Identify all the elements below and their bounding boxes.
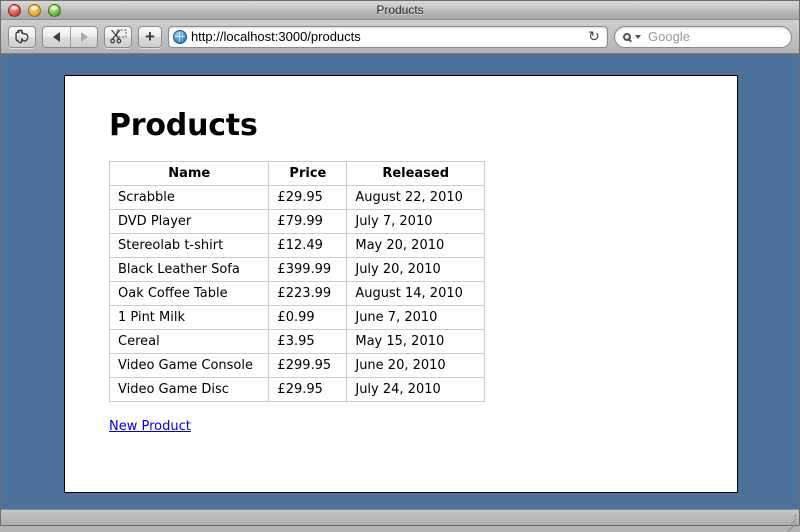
products-table-body: Scrabble £29.95 August 22, 2010 DVD Player £… (108, 185, 485, 402)
page-content: Products Name Price Released Scrabble £29… (65, 76, 737, 435)
cell-released: August 14, 2010 (346, 281, 485, 306)
url-text[interactable]: http://localhost:3000/products (187, 29, 587, 44)
cell-name: Black Leather Sofa (108, 257, 270, 282)
window-titlebar: Products (1, 1, 799, 20)
cell-released: June 7, 2010 (346, 305, 485, 330)
table-row: DVD Player £79.99 July 7, 2010 (108, 209, 485, 234)
forward-button[interactable] (70, 26, 97, 47)
cell-released: May 15, 2010 (346, 329, 485, 354)
table-row: Cereal £3.95 May 15, 2010 (108, 329, 485, 354)
evernote-clipper-button[interactable] (8, 25, 36, 48)
window-title: Products (376, 3, 424, 17)
products-table: Name Price Released Scrabble £29.95 August… (108, 161, 485, 402)
plus-icon: + (145, 26, 155, 46)
column-header-name: Name (108, 161, 270, 186)
navigation-buttons (42, 25, 98, 48)
page-title: Products (109, 108, 258, 143)
browser-window: Products + http://localhost:3000/product… (0, 0, 800, 532)
cell-released: May 20, 2010 (346, 233, 485, 258)
table-row: Black Leather Sofa £399.99 July 20, 2010 (108, 257, 485, 282)
search-field[interactable]: Google (614, 25, 792, 48)
cell-price: £299.95 (268, 353, 348, 378)
table-row: Scrabble £29.95 August 22, 2010 (108, 185, 485, 210)
table-row: 1 Pint Milk £0.99 June 7, 2010 (108, 305, 485, 330)
back-button[interactable] (43, 27, 70, 47)
cell-price: £12.49 (268, 233, 348, 258)
cell-released: July 24, 2010 (346, 377, 485, 402)
magnifier-icon (623, 32, 641, 41)
elephant-icon (15, 29, 29, 44)
cell-name: Scrabble (108, 185, 270, 210)
cell-released: July 20, 2010 (346, 257, 485, 282)
cell-price: £223.99 (268, 281, 348, 306)
cell-name: DVD Player (108, 209, 270, 234)
forward-arrow-icon (80, 31, 88, 42)
new-tab-button[interactable]: + (138, 25, 162, 48)
cell-price: £3.95 (268, 329, 348, 354)
cell-name: Stereolab t-shirt (108, 233, 270, 258)
cell-price: £29.95 (268, 185, 348, 210)
browser-toolbar: + http://localhost:3000/products ↻ Googl… (1, 20, 799, 54)
page-canvas: Products Name Price Released Scrabble £29… (64, 75, 738, 493)
cell-price: £0.99 (268, 305, 348, 330)
table-row: Oak Coffee Table £223.99 August 14, 2010 (108, 281, 485, 306)
cell-name: Oak Coffee Table (108, 281, 270, 306)
table-header-row: Name Price Released (108, 161, 485, 186)
column-header-released: Released (346, 161, 485, 186)
new-product-link[interactable]: New Product (109, 419, 191, 434)
reload-icon[interactable]: ↻ (587, 30, 601, 44)
search-placeholder: Google (648, 29, 690, 44)
cell-released: June 20, 2010 (346, 353, 485, 378)
cell-name: Video Game Disc (108, 377, 270, 402)
cell-price: £399.99 (268, 257, 348, 282)
back-arrow-icon (53, 31, 60, 42)
cell-price: £79.99 (268, 209, 348, 234)
table-row: Stereolab t-shirt £12.49 May 20, 2010 (108, 233, 485, 258)
cell-name: Cereal (108, 329, 270, 354)
table-row: Video Game Disc £29.95 July 24, 2010 (108, 377, 485, 402)
scissors-icon (109, 29, 127, 44)
page-viewport: Products Name Price Released Scrabble £29… (1, 54, 799, 509)
cell-price: £29.95 (268, 377, 348, 402)
resize-grip[interactable] (784, 511, 797, 532)
cell-name: Video Game Console (108, 353, 270, 378)
address-bar[interactable]: http://localhost:3000/products ↻ (167, 25, 608, 48)
cell-released: July 7, 2010 (346, 209, 485, 234)
window-bottom-bar (1, 509, 799, 532)
column-header-price: Price (268, 161, 348, 186)
cell-released: August 22, 2010 (346, 185, 485, 210)
globe-icon (172, 29, 187, 44)
cell-name: 1 Pint Milk (108, 305, 270, 330)
table-row: Video Game Console £299.95 June 20, 2010 (108, 353, 485, 378)
clip-button[interactable] (104, 25, 132, 48)
